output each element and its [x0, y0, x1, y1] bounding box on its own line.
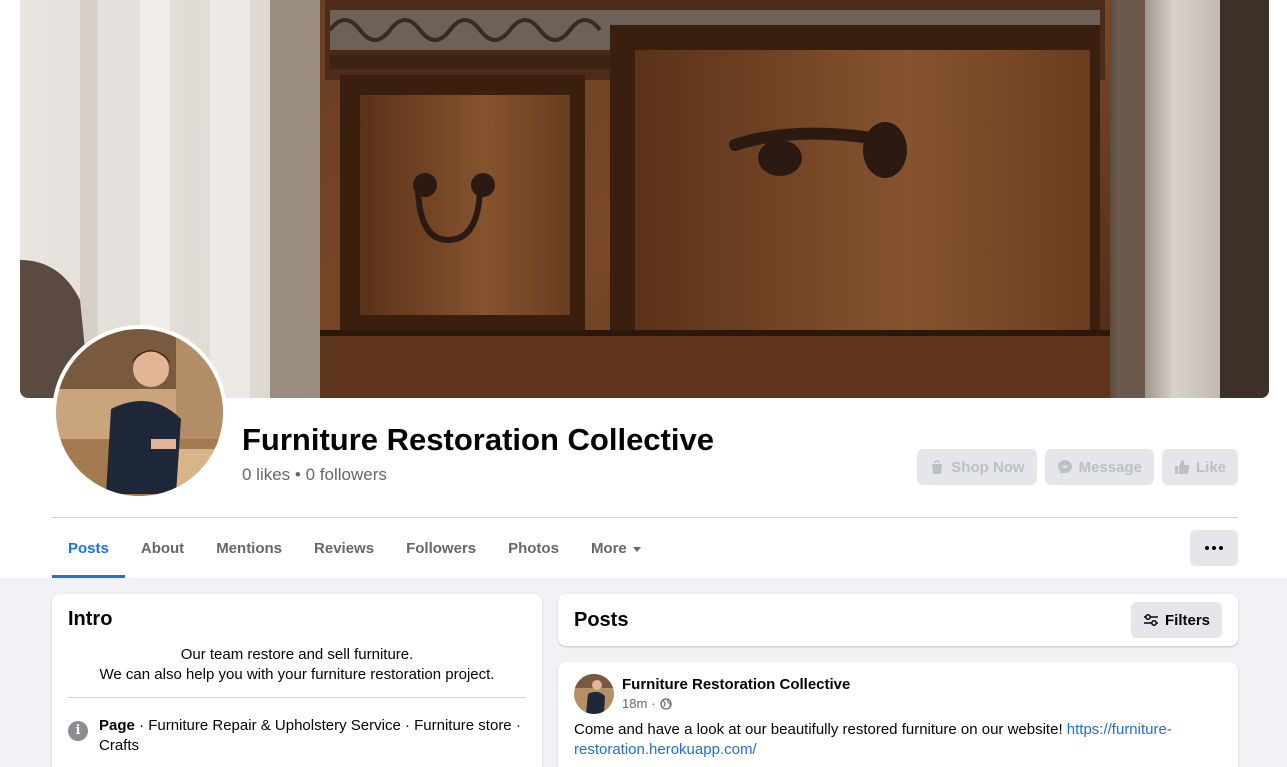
post-time[interactable]: 18m — [622, 696, 647, 711]
tab-about-label: About — [140, 539, 185, 557]
tab-about[interactable]: About — [125, 518, 200, 578]
post-body: Come and have a look at our beautifully … — [574, 720, 1222, 760]
post-author-block: Furniture Restoration Collective 18m · — [622, 674, 850, 714]
shopping-bag-icon — [932, 460, 943, 474]
avatar[interactable] — [574, 674, 614, 714]
ellipsis-icon — [1219, 546, 1223, 550]
tab-photos[interactable]: Photos — [492, 518, 575, 578]
category-label: Page — [99, 717, 135, 734]
sliders-icon — [1143, 614, 1158, 626]
tab-mentions-label: Mentions — [216, 539, 283, 557]
ellipsis-icon — [1205, 546, 1209, 550]
message-label: Message — [1078, 458, 1142, 476]
more-options-button[interactable] — [1190, 530, 1238, 566]
tab-more-label: More — [590, 539, 627, 557]
tab-more[interactable]: More — [575, 518, 657, 578]
filters-label: Filters — [1164, 611, 1210, 629]
messenger-icon — [1057, 460, 1072, 474]
like-button[interactable]: Like — [1161, 449, 1238, 485]
intro-divider — [68, 697, 526, 698]
post-card: Furniture Restoration Collective 18m · C… — [558, 662, 1238, 767]
tab-photos-label: Photos — [508, 539, 559, 557]
tab-posts[interactable]: Posts — [52, 518, 125, 578]
post-meta: 18m · — [622, 696, 850, 711]
shop-now-button[interactable]: Shop Now — [917, 449, 1037, 485]
info-icon: i — [68, 721, 88, 741]
tab-followers-label: Followers — [406, 539, 477, 557]
like-label: Like — [1195, 458, 1226, 476]
shop-now-label: Shop Now — [951, 458, 1025, 476]
post-author[interactable]: Furniture Restoration Collective — [622, 676, 850, 693]
globe-icon — [659, 697, 672, 710]
tab-followers[interactable]: Followers — [390, 518, 492, 578]
profile-picture[interactable] — [52, 325, 227, 500]
cover-photo[interactable] — [20, 0, 1269, 398]
filters-button[interactable]: Filters — [1130, 602, 1222, 638]
intro-title: Intro — [68, 608, 113, 630]
profile-picture-image — [56, 329, 223, 496]
stats-separator: • — [294, 465, 301, 484]
page-actions: Shop Now Message Like — [917, 449, 1238, 485]
post-text: Come and have a look at our beautifully … — [574, 721, 1067, 738]
ellipsis-icon — [1212, 546, 1216, 550]
intro-category: i Page · Furniture Repair & Upholstery S… — [68, 716, 526, 756]
intro-card: Intro Our team restore and sell furnitur… — [52, 594, 542, 767]
intro-bio-line-1: Our team restore and sell furniture. — [180, 646, 414, 663]
page-tabs: Posts About Mentions Reviews Followers P… — [52, 518, 657, 578]
message-button[interactable]: Message — [1044, 449, 1154, 485]
thumbs-up-icon — [1174, 460, 1190, 474]
tab-reviews[interactable]: Reviews — [298, 518, 390, 578]
likes-count[interactable]: 0 likes — [242, 465, 290, 484]
caret-down-icon — [632, 546, 641, 552]
tab-reviews-label: Reviews — [314, 539, 375, 557]
category-values[interactable]: · Furniture Repair & Upholstery Service … — [99, 717, 521, 754]
intro-bio: Our team restore and sell furniture. We … — [68, 645, 526, 685]
page-title: Furniture Restoration Collective — [242, 422, 714, 457]
posts-title: Posts — [574, 608, 629, 631]
cover-photo-image — [20, 0, 1269, 398]
tab-mentions[interactable]: Mentions — [200, 518, 298, 578]
page-stats: 0 likes • 0 followers — [242, 465, 387, 485]
posts-header-card: Posts Filters — [558, 594, 1238, 646]
avatar-image — [574, 674, 614, 714]
category-text: Page · Furniture Repair & Upholstery Ser… — [99, 716, 526, 756]
intro-bio-line-2: We can also help you with your furniture… — [99, 666, 495, 683]
tab-posts-label: Posts — [68, 539, 109, 557]
meta-separator: · — [651, 696, 656, 711]
post-header: Furniture Restoration Collective 18m · — [574, 674, 1222, 714]
followers-count[interactable]: 0 followers — [306, 465, 387, 484]
